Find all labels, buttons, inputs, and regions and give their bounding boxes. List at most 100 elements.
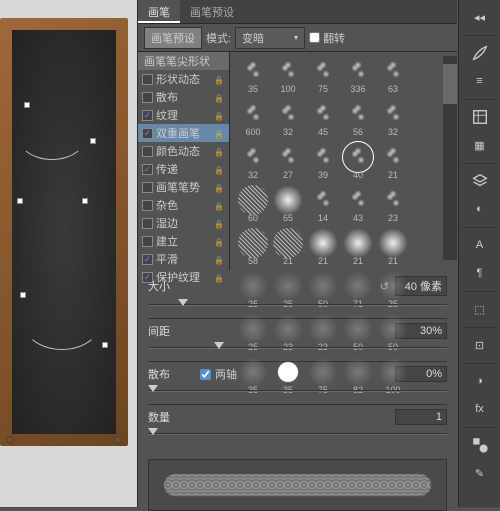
option-散布[interactable]: 散布 xyxy=(138,88,229,106)
size-slider[interactable] xyxy=(148,298,447,312)
anchor-point[interactable] xyxy=(24,102,30,108)
brush-preset[interactable]: 45 xyxy=(306,99,340,141)
option-画笔笔势[interactable]: 画笔笔势 xyxy=(138,178,229,196)
anchor-point[interactable] xyxy=(20,292,26,298)
brush-presets-icon[interactable]: ≡ xyxy=(465,68,495,94)
brush-tip-shape-header[interactable]: 画笔笔尖形状 xyxy=(138,52,229,70)
brush-preset[interactable]: 23 xyxy=(376,185,410,227)
shapes-icon[interactable] xyxy=(465,432,495,458)
count-slider[interactable] xyxy=(148,427,447,441)
option-checkbox[interactable] xyxy=(142,182,153,193)
adjustments-icon[interactable]: ◑ xyxy=(465,368,495,394)
lock-icon[interactable] xyxy=(214,200,225,211)
option-checkbox[interactable] xyxy=(142,218,153,229)
swatches-icon[interactable]: ▦ xyxy=(465,132,495,158)
chalk-path[interactable] xyxy=(22,290,102,350)
lock-icon[interactable] xyxy=(214,164,225,175)
slider-handle[interactable] xyxy=(214,342,224,349)
paragraph-icon[interactable]: ¶ xyxy=(465,260,495,286)
lock-icon[interactable] xyxy=(214,74,225,85)
lock-icon[interactable] xyxy=(214,218,225,229)
flip-checkbox-input[interactable] xyxy=(309,32,320,43)
paths-icon[interactable]: ✎ xyxy=(465,460,495,486)
brush-preset[interactable]: 63 xyxy=(376,56,410,98)
lock-icon[interactable] xyxy=(214,272,225,283)
brush-preset[interactable]: 21 xyxy=(341,228,375,270)
option-checkbox[interactable] xyxy=(142,200,153,211)
scrollbar-thumb[interactable] xyxy=(443,64,457,104)
brush-preset[interactable]: 336 xyxy=(341,56,375,98)
brush-preset[interactable]: 75 xyxy=(306,56,340,98)
flip-checkbox[interactable]: 翻转 xyxy=(309,30,345,46)
brushes-icon[interactable] xyxy=(465,40,495,66)
lock-icon[interactable] xyxy=(214,146,225,157)
reset-size-icon[interactable]: ↺ xyxy=(380,280,389,293)
brush-preset[interactable]: 40 xyxy=(341,142,375,184)
mode-dropdown[interactable]: 变暗 ▾ xyxy=(235,27,305,49)
option-checkbox[interactable] xyxy=(142,164,153,175)
both-axes-checkbox[interactable]: 两轴 xyxy=(200,366,237,382)
lock-icon[interactable] xyxy=(214,236,225,247)
brush-preset[interactable]: 100 xyxy=(271,56,305,98)
option-双重画笔[interactable]: 双重画笔 xyxy=(138,124,229,142)
chalk-path[interactable] xyxy=(17,110,87,160)
brush-preset[interactable]: 35 xyxy=(236,56,270,98)
option-checkbox[interactable] xyxy=(142,110,153,121)
brush-preset-button[interactable]: 画笔预设 xyxy=(144,27,202,49)
option-杂色[interactable]: 杂色 xyxy=(138,196,229,214)
lock-icon[interactable] xyxy=(214,182,225,193)
option-checkbox[interactable] xyxy=(142,74,153,85)
brush-preset[interactable]: 39 xyxy=(306,142,340,184)
slider-handle[interactable] xyxy=(178,299,188,306)
both-axes-input[interactable] xyxy=(200,369,211,380)
option-传递[interactable]: 传递 xyxy=(138,160,229,178)
lock-icon[interactable] xyxy=(214,254,225,265)
spacing-slider[interactable] xyxy=(148,341,447,355)
option-checkbox[interactable] xyxy=(142,92,153,103)
brush-preset[interactable]: 65 xyxy=(271,185,305,227)
brush-preset[interactable]: 21 xyxy=(306,228,340,270)
brush-preset[interactable]: 21 xyxy=(376,142,410,184)
brush-preset[interactable]: 32 xyxy=(271,99,305,141)
brush-preset[interactable]: 60 xyxy=(236,185,270,227)
brush-preset[interactable]: 14 xyxy=(306,185,340,227)
slider-handle[interactable] xyxy=(148,385,158,392)
chalkboard-surface[interactable] xyxy=(12,30,116,434)
brush-preset[interactable]: 32 xyxy=(236,142,270,184)
option-形状动态[interactable]: 形状动态 xyxy=(138,70,229,88)
brush-preset[interactable]: 21 xyxy=(271,228,305,270)
properties-icon[interactable]: ⬚ xyxy=(465,296,495,322)
tab-brush-presets[interactable]: 画笔预设 xyxy=(180,0,244,23)
option-颜色动态[interactable]: 颜色动态 xyxy=(138,142,229,160)
brush-preset[interactable]: 32 xyxy=(376,99,410,141)
anchor-point[interactable] xyxy=(82,198,88,204)
lock-icon[interactable] xyxy=(214,110,225,121)
styles-icon[interactable]: fx xyxy=(465,396,495,422)
scatter-slider[interactable] xyxy=(148,384,447,398)
brush-preset[interactable]: 600 xyxy=(236,99,270,141)
option-平滑[interactable]: 平滑 xyxy=(138,250,229,268)
layers-icon[interactable] xyxy=(465,168,495,194)
brush-preset[interactable]: 56 xyxy=(341,99,375,141)
info-icon[interactable]: ⊡ xyxy=(465,332,495,358)
tab-brush[interactable]: 画笔 xyxy=(138,0,180,23)
brush-scrollbar[interactable] xyxy=(443,56,457,260)
lock-icon[interactable] xyxy=(214,92,225,103)
anchor-point[interactable] xyxy=(17,198,23,204)
option-checkbox[interactable] xyxy=(142,146,153,157)
brush-preset[interactable]: 21 xyxy=(376,228,410,270)
character-icon[interactable]: A xyxy=(465,232,495,258)
option-纹理[interactable]: 纹理 xyxy=(138,106,229,124)
count-field[interactable]: 1 xyxy=(395,409,447,425)
anchor-point[interactable] xyxy=(102,342,108,348)
option-checkbox[interactable] xyxy=(142,236,153,247)
option-checkbox[interactable] xyxy=(142,128,153,139)
brush-preset[interactable]: 58 xyxy=(236,228,270,270)
option-湿边[interactable]: 湿边 xyxy=(138,214,229,232)
channels-icon[interactable]: ◐ xyxy=(465,196,495,222)
option-建立[interactable]: 建立 xyxy=(138,232,229,250)
option-checkbox[interactable] xyxy=(142,254,153,265)
anchor-point[interactable] xyxy=(90,138,96,144)
brush-preset[interactable]: 27 xyxy=(271,142,305,184)
history-icon[interactable] xyxy=(465,104,495,130)
